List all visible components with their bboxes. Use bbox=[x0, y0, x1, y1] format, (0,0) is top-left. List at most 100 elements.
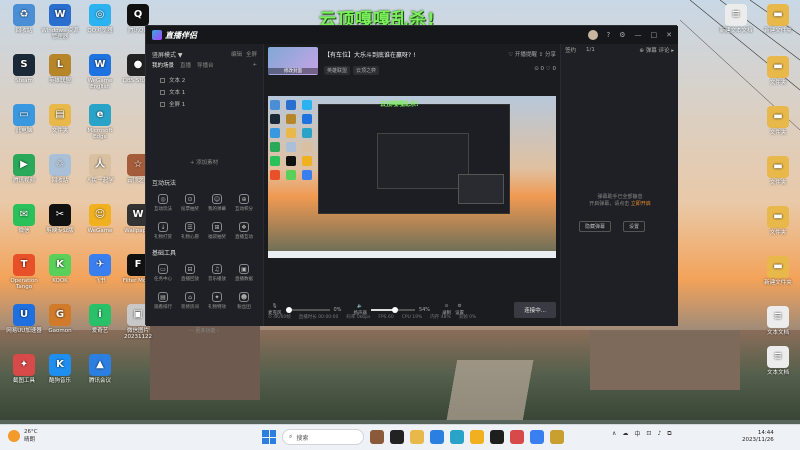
taskbar-app-icon[interactable] bbox=[530, 430, 544, 444]
taskbar-clock[interactable]: 14:44 2023/11/26 bbox=[742, 430, 774, 444]
desktop-icon[interactable]: ▲ 腾讯会议 bbox=[80, 354, 120, 384]
desktop-icon[interactable]: ▬ 文件夹 bbox=[758, 106, 798, 136]
desktop-icon[interactable]: ▬ 新建文件夹 bbox=[758, 256, 798, 286]
record-icon[interactable]: ⊙ bbox=[445, 304, 449, 309]
tool-button[interactable]: ▣ 直播数据 bbox=[231, 260, 257, 286]
settings-gear-icon[interactable]: ⚙ bbox=[619, 31, 625, 39]
category-chip[interactable]: 云顶之弈 bbox=[353, 66, 380, 75]
desktop-icon[interactable]: ✉ 微信 bbox=[4, 204, 44, 234]
taskbar-search[interactable]: ⌕ 搜索 bbox=[282, 429, 364, 445]
tool-button[interactable]: ❖ 直播互动 bbox=[231, 218, 257, 244]
tab-my-scenes[interactable]: 我的场景 bbox=[152, 61, 174, 69]
source-item[interactable]: 全屏 1 bbox=[152, 98, 257, 110]
taskbar-app-icon[interactable] bbox=[430, 430, 444, 444]
minimize-button[interactable]: — bbox=[635, 31, 642, 39]
speaker-icon[interactable]: 🔈 bbox=[357, 304, 363, 309]
desktop-icon[interactable]: ☺ WeGame bbox=[80, 204, 120, 234]
desktop-icon[interactable]: ▤ 文件夹 bbox=[40, 104, 80, 134]
sign-tab[interactable]: 签约 bbox=[565, 46, 576, 54]
source-visibility-icon[interactable] bbox=[160, 101, 165, 107]
tray-icon[interactable]: ⊡ bbox=[646, 430, 651, 437]
taskbar-app-icon[interactable] bbox=[510, 430, 524, 444]
tool-button[interactable]: ☻ 粉丝团 bbox=[231, 288, 257, 314]
add-material-button[interactable]: + 添加素材 bbox=[152, 158, 256, 166]
desktop-icon[interactable]: ≡ 文本文档 bbox=[758, 346, 798, 376]
desktop-icon[interactable]: ≡ 文本文档 bbox=[758, 306, 798, 336]
tool-button[interactable]: ◎ 互动玩法 bbox=[150, 190, 176, 216]
tray-icon[interactable]: ☁ bbox=[622, 430, 628, 437]
taskbar-app-icon[interactable] bbox=[410, 430, 424, 444]
mode-edit[interactable]: 编辑 bbox=[231, 50, 242, 58]
desktop-icon[interactable]: S Steam bbox=[4, 54, 44, 84]
taskbar-app-icon[interactable] bbox=[390, 430, 404, 444]
desktop-icon[interactable]: ◎ QQ浏览器 bbox=[80, 4, 120, 34]
source-item[interactable]: 文本 1 bbox=[152, 86, 257, 98]
add-scene-button[interactable]: + bbox=[252, 62, 257, 68]
desktop-icon[interactable]: ▬ 文件夹 bbox=[758, 156, 798, 186]
tab-director[interactable]: 导播台 bbox=[197, 61, 214, 69]
danmaku-comment-tabs[interactable]: ⊕ 弹幕 评论 ▸ bbox=[639, 46, 674, 54]
start-button[interactable] bbox=[262, 430, 276, 444]
desktop-icon[interactable]: ▬ 文件夹 bbox=[758, 206, 798, 236]
tool-button[interactable]: ✦ 礼物特效 bbox=[204, 288, 230, 314]
desktop-icon[interactable]: ♲ 回收站 bbox=[40, 154, 80, 184]
desktop-icon[interactable]: U 网易UU加速器 bbox=[4, 304, 44, 334]
desktop-icon[interactable]: ▬ 文件夹 bbox=[758, 56, 798, 86]
tool-button[interactable]: ↓ 礼物打赏 bbox=[150, 218, 176, 244]
desktop-icon[interactable]: L 英雄联盟 bbox=[40, 54, 80, 84]
desktop-icon[interactable]: ▶ 腾讯视频 bbox=[4, 154, 44, 184]
notify-share-actions[interactable]: ♡ 开播提醒 ⇪ 分享 bbox=[508, 50, 556, 58]
desktop-icon[interactable]: ✂ 剪映专业版 bbox=[40, 204, 80, 234]
taskbar-app-icon[interactable] bbox=[450, 430, 464, 444]
taskbar-app-icon[interactable] bbox=[490, 430, 504, 444]
taskbar-app-icon[interactable] bbox=[550, 430, 564, 444]
speaker-slider[interactable] bbox=[370, 307, 415, 313]
user-avatar[interactable] bbox=[587, 30, 598, 40]
desktop-icon[interactable]: 人人民一起学 bbox=[80, 154, 120, 184]
desktop-icon[interactable]: ♻ 回收站 bbox=[4, 4, 44, 34]
source-visibility-icon[interactable] bbox=[160, 89, 165, 95]
weather-widget[interactable]: 26°C 晴朗 bbox=[8, 429, 38, 443]
tab-live[interactable]: 直播 bbox=[180, 61, 191, 69]
desktop-icon[interactable]: ✈ 飞书 bbox=[80, 254, 120, 284]
tool-button[interactable]: ⊕ 互动积分 bbox=[231, 190, 257, 216]
tool-button[interactable]: ♫ 音乐播放 bbox=[204, 260, 230, 286]
enable-danmaku-link[interactable]: 立即开启 bbox=[631, 201, 651, 207]
tool-button[interactable]: ⊙ 投票抽奖 bbox=[177, 190, 203, 216]
tool-button[interactable]: ⊟ 直播回放 bbox=[177, 260, 203, 286]
more-features-link[interactable]: ··· 更多功能 › bbox=[152, 327, 256, 334]
tool-button[interactable]: ▤ 观看排行 bbox=[150, 288, 176, 314]
desktop-icon[interactable]: W Windows 资源管理器 bbox=[40, 4, 80, 40]
hide-danmaku-button[interactable]: 隐藏弹幕 bbox=[579, 221, 612, 232]
tool-button[interactable]: ☺ 我的弹幕 bbox=[204, 190, 230, 216]
taskbar-app-icon[interactable] bbox=[370, 430, 384, 444]
close-button[interactable]: ✕ bbox=[666, 31, 672, 39]
desktop-icon[interactable]: W WeGame English bbox=[80, 54, 120, 90]
mode-fullscreen[interactable]: 全屏 bbox=[246, 50, 257, 58]
desktop-icon[interactable]: ≡ 新建文本文档 bbox=[716, 4, 756, 34]
maximize-button[interactable]: □ bbox=[651, 31, 658, 39]
tray-icon[interactable]: ∧ bbox=[612, 430, 616, 437]
tool-button[interactable]: ☰ 礼物心愿 bbox=[177, 218, 203, 244]
tool-button[interactable]: ⊞ 福袋抽奖 bbox=[204, 218, 230, 244]
mode-select[interactable]: 竖屏模式 ▼ bbox=[152, 50, 183, 59]
tool-button[interactable]: ⌂ 装修房间 bbox=[177, 288, 203, 314]
desktop-icon[interactable]: i 爱奇艺 bbox=[80, 304, 120, 334]
tray-icon[interactable]: 中 bbox=[634, 429, 640, 438]
desktop-icon[interactable]: K 酷狗音乐 bbox=[40, 354, 80, 384]
desktop-icon[interactable]: ▬ 新建文件夹 bbox=[758, 4, 798, 34]
tray-icon[interactable]: ♪ bbox=[657, 430, 661, 437]
stream-title[interactable]: 【有车位】大乐斗到底谁在赢呀? ! bbox=[324, 50, 416, 59]
mic-slider[interactable] bbox=[285, 307, 330, 313]
desktop-icon[interactable]: K KOOK bbox=[40, 254, 80, 284]
mic-icon[interactable]: 🎙 bbox=[272, 304, 278, 309]
desktop-icon[interactable]: T Operation Tango bbox=[4, 254, 44, 290]
source-item[interactable]: 文本 2 bbox=[152, 74, 257, 86]
settings-icon[interactable]: ⚙ bbox=[458, 304, 462, 309]
desktop-icon[interactable]: ▭ 此电脑 bbox=[4, 104, 44, 134]
stream-preview[interactable]: 云顶嘎嘎乱杀! bbox=[268, 96, 556, 258]
desktop-icon[interactable]: e Microsoft Edge bbox=[80, 104, 120, 140]
danmaku-settings-button[interactable]: 设置 bbox=[623, 221, 646, 232]
desktop-icon[interactable]: G Gaomon bbox=[40, 304, 80, 334]
tray-icon[interactable]: ⧉ bbox=[667, 430, 671, 438]
